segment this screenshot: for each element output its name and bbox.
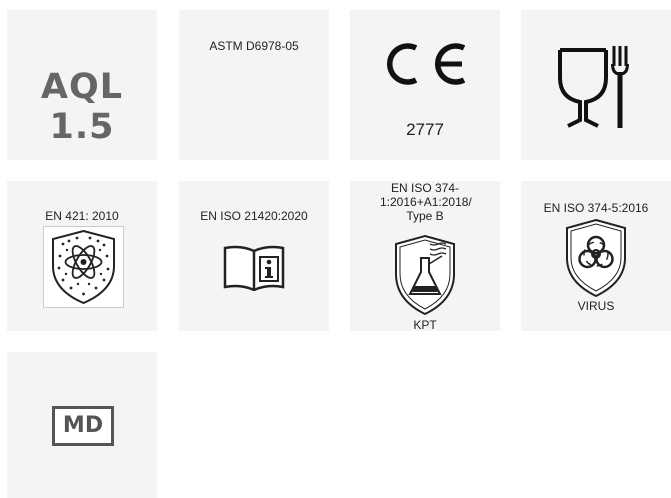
en-iso-374-1-label: EN ISO 374-1:2016+A1:2018/ Type B (380, 181, 472, 223)
astm-label: ASTM D6978-05 (209, 39, 299, 53)
en-iso-374-5-tile: EN ISO 374-5:2016 VIRUS (521, 181, 671, 331)
ce-tile: 2777 (350, 10, 500, 160)
en421-tile: EN 421: 2010 (7, 181, 157, 331)
food-safe-icon (556, 44, 636, 130)
en-iso-374-1-caption: KPT (413, 318, 437, 332)
aql-tile: AQL 1.5 (7, 10, 157, 160)
en-iso-374-5-caption: VIRUS (577, 299, 615, 313)
radioactive-contamination-shield-icon (43, 226, 124, 308)
biohazard-shield-icon (563, 218, 629, 298)
en421-label: EN 421: 2010 (45, 209, 119, 223)
food-safe-tile (521, 10, 671, 160)
information-book-icon (221, 243, 287, 291)
en-iso-21420-tile: EN ISO 21420:2020 (179, 181, 329, 331)
aql-mark: AQL 1.5 (40, 67, 124, 147)
medical-device-text: MD (62, 413, 104, 438)
chemical-flask-shield-icon (392, 234, 458, 316)
ce-notified-body-number: 2777 (406, 120, 444, 139)
ce-mark-icon (378, 42, 472, 86)
astm-tile: ASTM D6978-05 (179, 10, 329, 160)
md-tile: MD (7, 352, 157, 498)
en-iso-374-5-label: EN ISO 374-5:2016 (543, 201, 649, 215)
en-iso-374-1-tile: EN ISO 374-1:2016+A1:2018/ Type B KPT (350, 181, 500, 332)
en-iso-21420-label: EN ISO 21420:2020 (200, 209, 308, 223)
